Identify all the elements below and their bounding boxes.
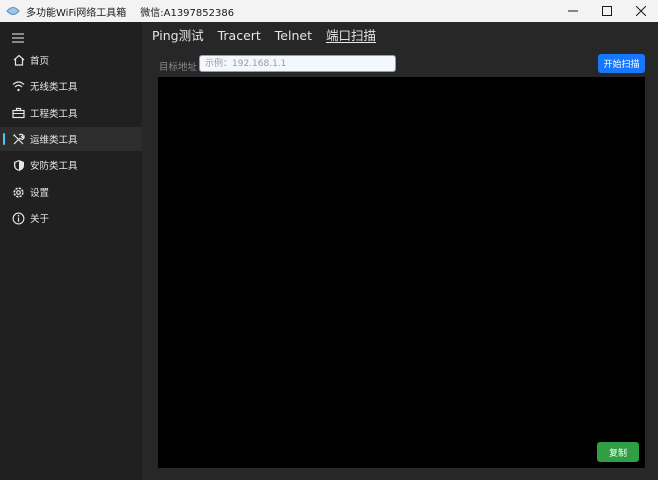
- contact-text: 微信:A1397852386: [140, 7, 235, 19]
- sidebar-item-label: 运维类工具: [30, 135, 78, 146]
- close-icon: [636, 6, 646, 16]
- tab-ping[interactable]: Ping测试: [152, 28, 204, 44]
- minimize-button[interactable]: [556, 0, 590, 22]
- info-icon: [12, 212, 25, 225]
- target-address-input[interactable]: [199, 55, 396, 72]
- sidebar: 首页 无线类工具 工程类工具 运维类工具 安防类工具 设置 关于: [0, 22, 142, 480]
- tab-tracert[interactable]: Tracert: [218, 28, 261, 44]
- sidebar-item-label: 首页: [30, 56, 50, 67]
- tools-icon: [12, 133, 25, 146]
- minimize-icon: [568, 10, 578, 12]
- sidebar-item-engineering-tools[interactable]: 工程类工具: [0, 101, 142, 125]
- main-panel: Ping测试 Tracert Telnet 端口扫描 目标地址 开始扫描 复制: [142, 22, 658, 480]
- sidebar-item-security-tools[interactable]: 安防类工具: [0, 153, 142, 177]
- sidebar-item-home[interactable]: 首页: [0, 48, 142, 72]
- sidebar-item-about[interactable]: 关于: [0, 206, 142, 230]
- close-button[interactable]: [624, 0, 658, 22]
- start-scan-button[interactable]: 开始扫描: [598, 54, 645, 73]
- app-logo-icon: [6, 5, 20, 17]
- toolbox-icon: [12, 107, 25, 120]
- maximize-icon: [602, 6, 612, 16]
- wifi-icon: [12, 80, 25, 93]
- tab-port-scan[interactable]: 端口扫描: [326, 28, 376, 44]
- title-bar: 多功能WiFi网络工具箱 微信:A1397852386: [0, 0, 658, 22]
- sidebar-item-label: 无线类工具: [30, 82, 78, 93]
- sidebar-item-label: 安防类工具: [30, 161, 78, 172]
- hamburger-menu-button[interactable]: [12, 29, 24, 43]
- sidebar-item-label: 设置: [30, 188, 50, 199]
- scan-output-area[interactable]: 复制: [158, 77, 645, 468]
- sidebar-item-settings[interactable]: 设置: [0, 180, 142, 204]
- shield-icon: [12, 159, 25, 172]
- sidebar-item-label: 工程类工具: [30, 109, 78, 120]
- window-controls: [556, 0, 658, 22]
- sidebar-item-ops-tools[interactable]: 运维类工具: [0, 127, 142, 151]
- target-address-label: 目标地址: [159, 62, 198, 73]
- tab-telnet[interactable]: Telnet: [275, 28, 312, 44]
- sidebar-item-wireless-tools[interactable]: 无线类工具: [0, 74, 142, 98]
- copy-button[interactable]: 复制: [597, 442, 639, 462]
- home-icon: [12, 54, 25, 67]
- tool-tabs: Ping测试 Tracert Telnet 端口扫描: [152, 28, 376, 44]
- sidebar-item-label: 关于: [30, 214, 50, 225]
- hamburger-icon: [12, 33, 24, 43]
- maximize-button[interactable]: [590, 0, 624, 22]
- gear-icon: [12, 186, 25, 199]
- window-title: 多功能WiFi网络工具箱: [26, 7, 127, 19]
